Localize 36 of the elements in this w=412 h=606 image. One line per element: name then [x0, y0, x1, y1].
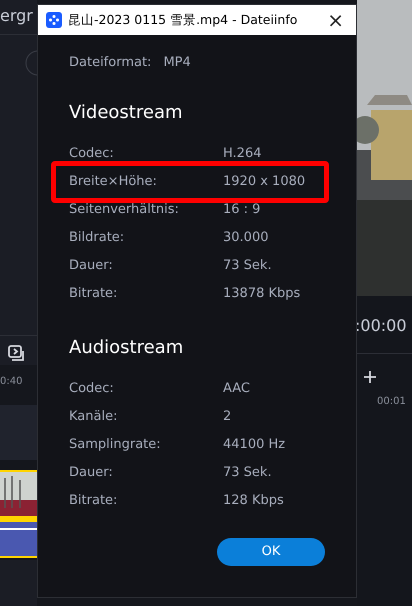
- field-label: Samplingrate:: [69, 436, 162, 454]
- field-value: 1920 x 1080: [223, 172, 306, 191]
- field-value: 2: [223, 408, 232, 426]
- field-label: Seitenverhältnis:: [69, 200, 180, 219]
- app-icon: [46, 12, 62, 28]
- timeline-time: 0:40: [0, 376, 22, 387]
- field-label: Codec:: [69, 380, 115, 398]
- field-label: Dauer:: [69, 256, 114, 275]
- clip-icon[interactable]: [8, 344, 26, 363]
- timeline-time: 00:01: [377, 395, 407, 409]
- field-value: 73 Sek.: [223, 464, 272, 482]
- field-label: Breite×Höhe:: [69, 172, 158, 191]
- field-value: 128 Kbps: [223, 492, 284, 510]
- field-label: Dateiformat:: [69, 54, 152, 72]
- section-heading: Audiostream: [69, 336, 184, 360]
- field-label: Bitrate:: [69, 492, 118, 510]
- field-value: 13878 Kbps: [223, 284, 300, 303]
- timecode: :00:00: [357, 315, 408, 337]
- field-value: 16 : 9: [223, 200, 260, 219]
- field-value: MP4: [163, 54, 191, 72]
- field-value: H.264: [223, 144, 262, 163]
- field-label: Bildrate:: [69, 228, 126, 247]
- field-value: 44100 Hz: [223, 436, 286, 454]
- field-label: Bitrate:: [69, 284, 118, 303]
- field-label: Kanäle:: [69, 408, 118, 426]
- section-heading: Videostream: [69, 100, 184, 124]
- field-value: 30.000: [223, 228, 268, 247]
- window-title: 昆山-2023 0115 雪景.mp4 - Dateiinfo: [68, 10, 298, 29]
- field-label: Dauer:: [69, 464, 114, 482]
- field-value: 73 Sek.: [223, 256, 272, 275]
- add-icon[interactable]: [364, 370, 376, 383]
- panel-title: ergr: [0, 6, 33, 25]
- field-label: Codec:: [69, 144, 115, 163]
- field-value: AAC: [223, 380, 250, 398]
- close-button[interactable]: ×: [323, 10, 348, 30]
- ok-button[interactable]: OK: [217, 538, 325, 566]
